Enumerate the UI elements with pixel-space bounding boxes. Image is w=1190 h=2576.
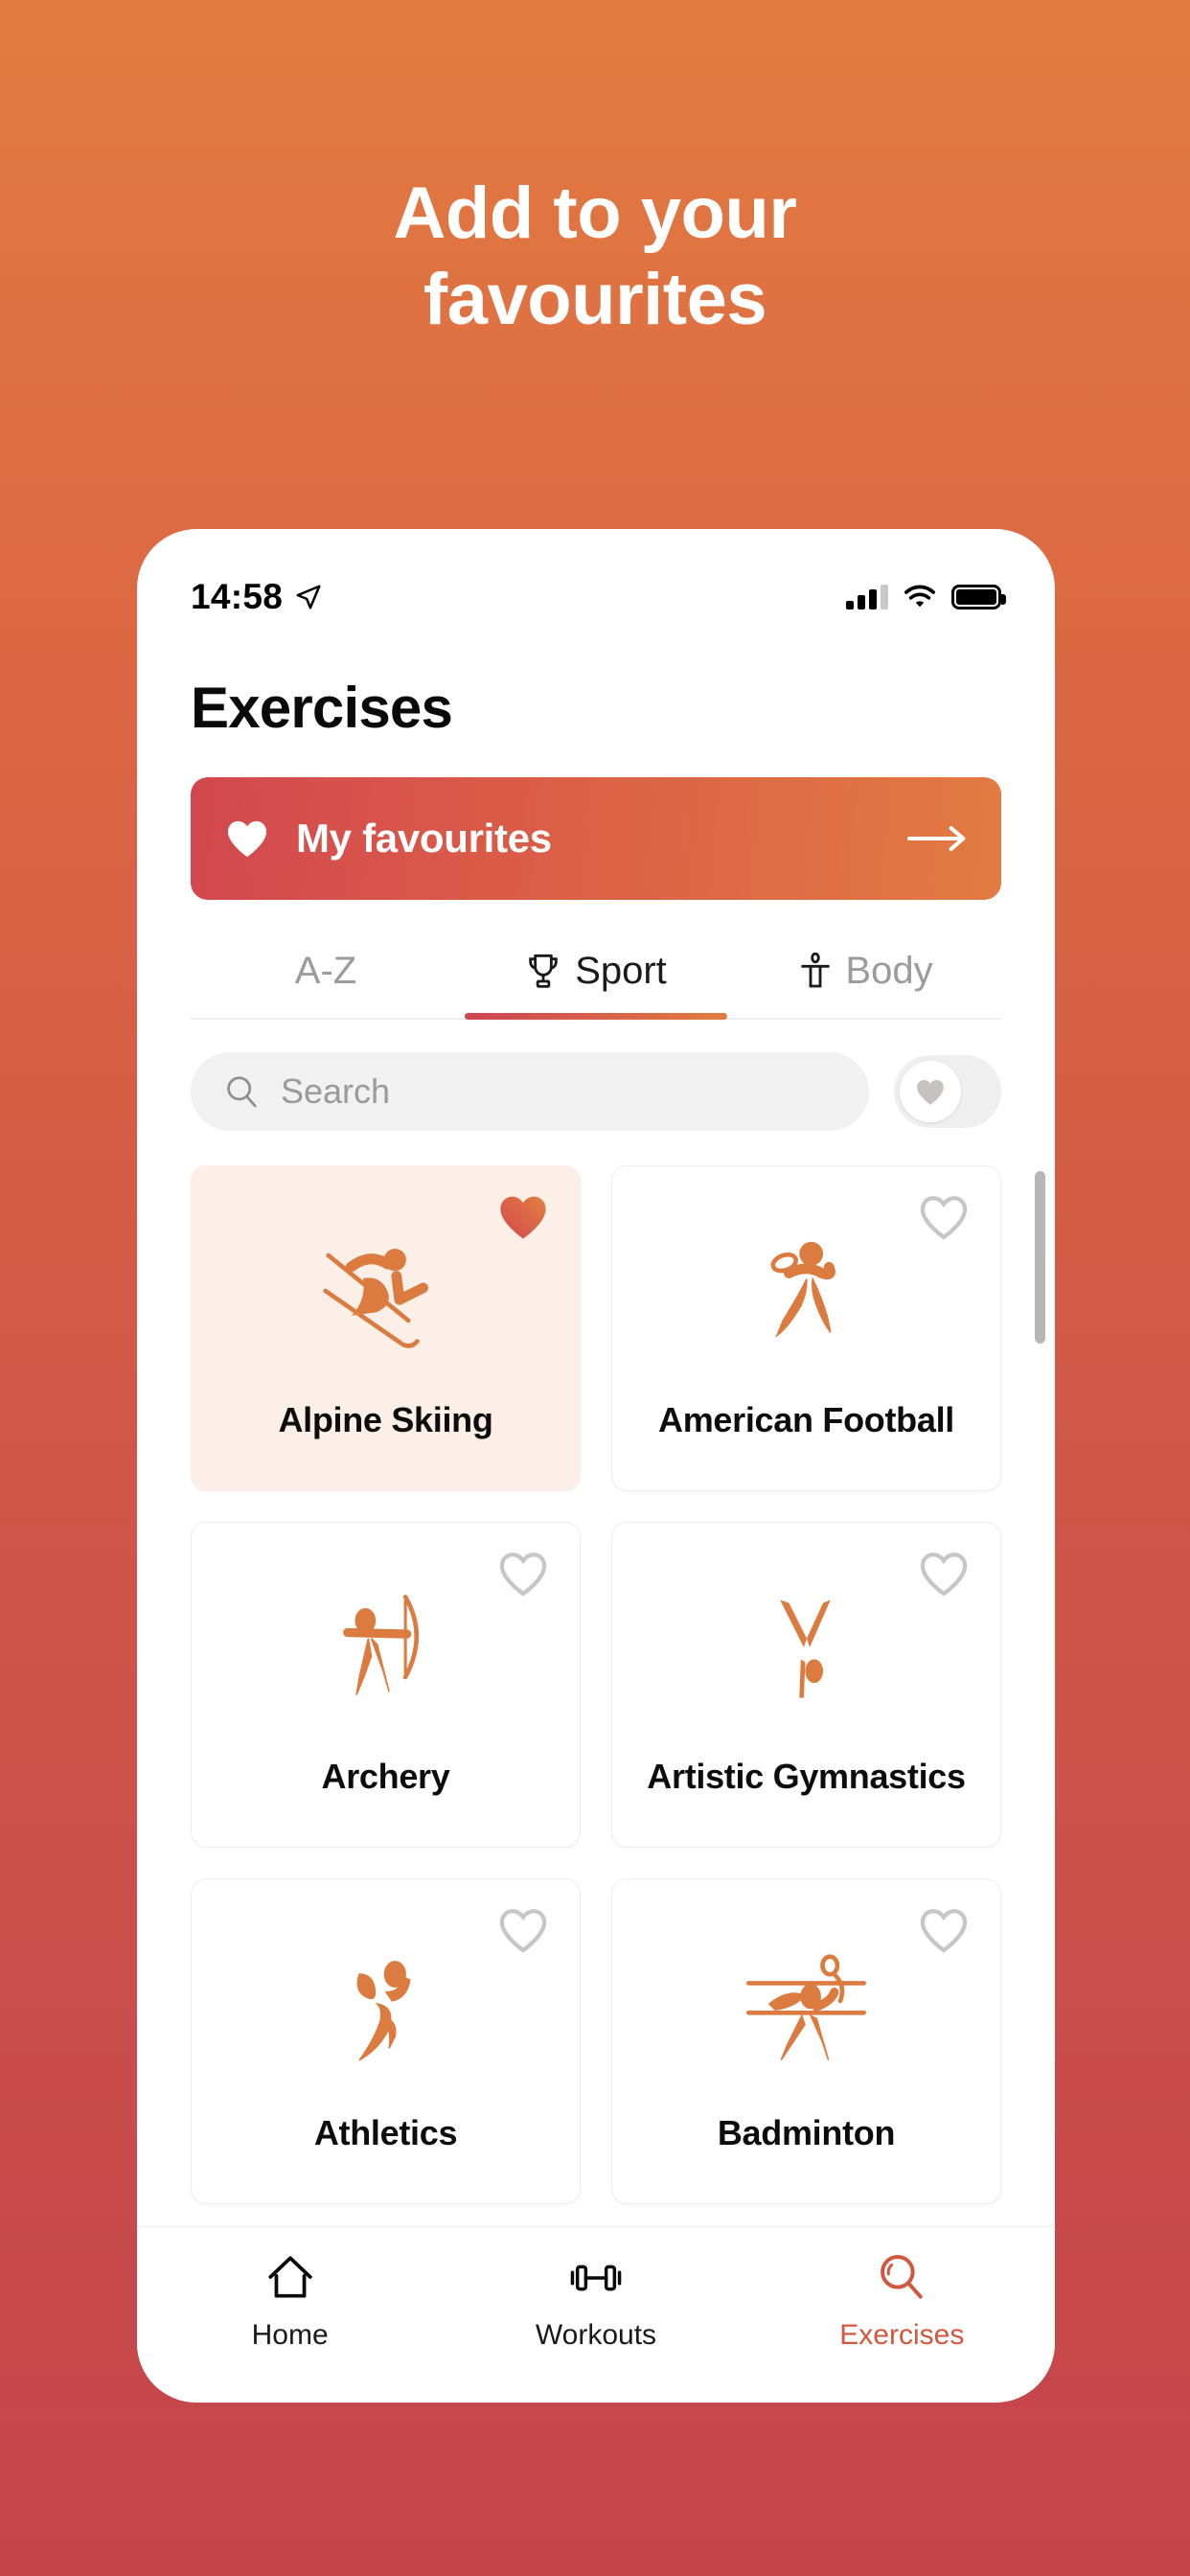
body-figure-icon: [801, 952, 831, 987]
search-icon: [881, 2255, 924, 2299]
wifi-icon: [904, 585, 936, 608]
promo-headline: Add to your favourites: [0, 171, 1190, 342]
arrow-right-icon: [907, 826, 966, 851]
my-favourites-label: My favourites: [296, 816, 552, 861]
tab-body-label: Body: [845, 950, 933, 992]
tab-a-z[interactable]: A-Z: [191, 932, 461, 1018]
search-row: Search: [191, 1052, 1001, 1131]
search-input[interactable]: Search: [191, 1052, 869, 1131]
search-placeholder: Search: [281, 1071, 391, 1111]
nav-label-exercises: Exercises: [839, 2319, 965, 2351]
favourite-heart-outline-icon[interactable]: [497, 1550, 549, 1598]
exercise-card[interactable]: Artistic Gymnastics: [611, 1522, 1001, 1848]
tab-body[interactable]: Body: [731, 932, 1001, 1018]
exercise-name: American Football: [658, 1400, 954, 1439]
favourite-heart-outline-icon[interactable]: [918, 1906, 970, 1954]
nav-item-workouts[interactable]: Workouts: [443, 2252, 748, 2352]
headline-line-2: favourites: [423, 258, 767, 340]
favourite-heart-outline-icon[interactable]: [497, 1906, 549, 1954]
favourite-heart-filled-icon[interactable]: [497, 1193, 549, 1241]
favourites-filter-toggle[interactable]: [894, 1055, 1001, 1128]
exercise-card[interactable]: Alpine Skiing: [191, 1165, 581, 1491]
status-bar-left: 14:58: [191, 577, 323, 617]
toggle-knob: [900, 1061, 961, 1122]
search-icon: [227, 1076, 257, 1108]
tab-sport[interactable]: Sport: [461, 932, 731, 1020]
exercise-name: Alpine Skiing: [278, 1400, 493, 1439]
nav-label-home: Home: [251, 2319, 329, 2351]
home-icon: [268, 2256, 312, 2298]
my-favourites-banner[interactable]: My favourites: [191, 777, 1001, 900]
nav-label-workouts: Workouts: [535, 2319, 657, 2351]
location-arrow-icon: [296, 585, 321, 610]
exercise-grid: Alpine Skiing American Football Archery …: [137, 1165, 1055, 2204]
battery-full-icon: [951, 585, 1006, 610]
favourite-heart-outline-icon[interactable]: [918, 1550, 970, 1598]
heart-filled-icon: [227, 820, 267, 858]
exercise-name: Artistic Gymnastics: [647, 1757, 966, 1796]
tab-sport-label: Sport: [575, 950, 667, 992]
dumbbell-icon: [570, 2265, 622, 2291]
exercise-card[interactable]: Badminton: [611, 1878, 1001, 2204]
favourite-heart-outline-icon[interactable]: [918, 1193, 970, 1241]
exercise-name: Archery: [321, 1757, 450, 1796]
tab-a-z-label: A-Z: [294, 950, 357, 992]
cellular-signal-icon: [846, 585, 888, 610]
exercise-card[interactable]: American Football: [611, 1165, 1001, 1491]
category-tabs: A-Z Sport Body: [191, 932, 1001, 1020]
nav-item-home[interactable]: Home: [137, 2252, 443, 2352]
exercise-scroll-area[interactable]: Alpine Skiing American Football Archery …: [137, 1165, 1055, 2226]
vertical-scrollbar[interactable]: [1035, 1171, 1045, 1344]
headline-line-1: Add to your: [393, 172, 797, 254]
nav-item-exercises[interactable]: Exercises: [749, 2252, 1055, 2352]
bottom-navigation: Home Workouts Exercises: [137, 2226, 1055, 2403]
exercise-card[interactable]: Athletics: [191, 1878, 581, 2204]
exercise-card[interactable]: Archery: [191, 1522, 581, 1848]
status-bar-right: [846, 585, 1006, 610]
page-title: Exercises: [191, 676, 453, 740]
status-bar: 14:58: [137, 529, 1055, 632]
trophy-icon: [529, 954, 558, 988]
exercise-name: Badminton: [717, 2113, 896, 2152]
phone-mockup: 14:58 Exercises My favourites A-Z Sport …: [137, 529, 1055, 2403]
exercise-name: Athletics: [313, 2113, 458, 2152]
status-time: 14:58: [191, 577, 284, 616]
heart-icon: [917, 1079, 944, 1105]
